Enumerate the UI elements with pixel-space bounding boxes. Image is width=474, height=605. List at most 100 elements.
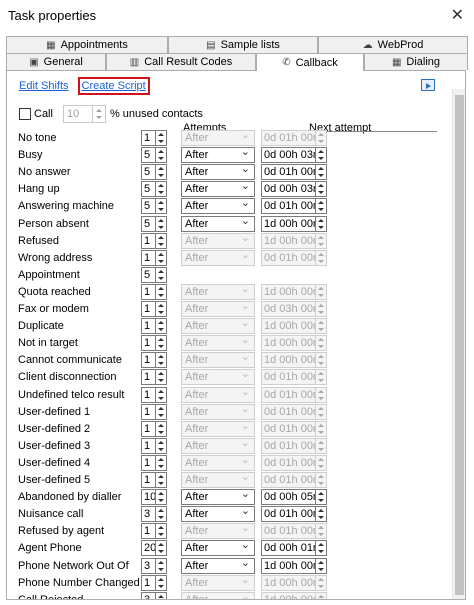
attempts-count-input[interactable]: 1 [141, 130, 156, 146]
retry-mode-select[interactable]: After [181, 333, 255, 352]
attempts-count-input[interactable]: 1 [141, 403, 156, 420]
next-attempt-delay-input[interactable]: 0d 01h 00m [261, 164, 316, 181]
next-attempt-delay-spinner[interactable] [315, 352, 327, 369]
attempts-count-input[interactable]: 5 [141, 164, 156, 181]
attempts-count-input[interactable]: 1 [141, 369, 156, 386]
retry-mode-select[interactable]: After [181, 196, 255, 215]
retry-mode-select[interactable]: After [181, 231, 255, 249]
attempts-count-input[interactable]: 1 [141, 352, 156, 369]
next-attempt-delay-input[interactable]: 0d 01h 00m [261, 403, 316, 420]
attempts-count-spinner[interactable] [155, 369, 167, 386]
attempts-count-input[interactable]: 1 [141, 523, 156, 540]
retry-mode-select[interactable]: After [181, 367, 255, 386]
next-attempt-delay-spinner[interactable] [315, 420, 327, 437]
attempts-count-input[interactable]: 5 [141, 215, 156, 232]
retry-mode-select[interactable]: After [181, 179, 255, 198]
retry-mode-select[interactable]: After [181, 419, 255, 437]
next-attempt-delay-spinner[interactable] [315, 403, 327, 420]
retry-mode-select[interactable]: After [181, 162, 255, 181]
next-attempt-delay-input[interactable]: 1d 00h 00m [261, 352, 316, 369]
close-icon[interactable]: ✕ [451, 5, 464, 25]
retry-mode-select[interactable]: After [181, 145, 255, 164]
next-attempt-delay-input[interactable]: 0d 01h 00m [261, 420, 316, 437]
retry-mode-select[interactable]: After [181, 128, 255, 146]
retry-mode-select[interactable]: After [181, 573, 255, 591]
attempts-count-input[interactable]: 1 [141, 283, 156, 300]
call-checkbox[interactable] [19, 108, 31, 120]
tab-callback[interactable]: ✆ Callback [256, 53, 364, 71]
next-attempt-delay-spinner[interactable] [315, 369, 327, 386]
attempts-count-spinner[interactable] [155, 574, 167, 591]
unused-percent-input[interactable]: 10 [62, 105, 93, 123]
retry-mode-select[interactable]: After [181, 214, 255, 232]
attempts-count-spinner[interactable] [155, 318, 167, 335]
tab-webprod[interactable]: ☁ WebProd [318, 36, 468, 53]
next-attempt-delay-spinner[interactable] [315, 472, 327, 488]
retry-mode-select[interactable]: After [181, 521, 255, 540]
retry-mode-select[interactable]: After [181, 248, 255, 266]
next-attempt-delay-spinner[interactable] [315, 386, 327, 403]
next-attempt-delay-spinner[interactable] [315, 249, 327, 266]
attempts-count-spinner[interactable] [155, 472, 167, 488]
attempts-count-spinner[interactable] [155, 403, 167, 420]
tab-dialing[interactable]: ▦ Dialing [364, 53, 468, 70]
scrollbar-thumb[interactable] [455, 95, 464, 595]
next-attempt-delay-spinner[interactable] [315, 437, 327, 454]
next-attempt-delay-input[interactable]: 1d 00h 00m [261, 215, 316, 232]
attempts-count-input[interactable]: 5 [141, 198, 156, 215]
next-attempt-delay-spinner[interactable] [315, 130, 327, 146]
next-attempt-delay-spinner[interactable] [315, 198, 327, 215]
retry-mode-select[interactable]: After [181, 385, 255, 403]
attempts-count-input[interactable]: 1 [141, 318, 156, 335]
attempts-count-spinner[interactable] [155, 386, 167, 403]
attempts-count-spinner[interactable] [155, 164, 167, 181]
next-attempt-delay-input[interactable]: 1d 00h 00m [261, 335, 316, 352]
attempts-count-spinner[interactable] [155, 335, 167, 352]
attempts-count-input[interactable]: 5 [141, 266, 156, 283]
attempts-count-spinner[interactable] [155, 523, 167, 540]
next-attempt-delay-input[interactable]: 0d 03h 00m [261, 301, 316, 317]
attempts-count-input[interactable]: 1 [141, 232, 156, 249]
retry-mode-select[interactable]: After [181, 538, 255, 557]
attempts-count-spinner[interactable] [155, 215, 167, 232]
next-attempt-delay-spinner[interactable] [315, 301, 327, 317]
attempts-count-spinner[interactable] [155, 266, 167, 283]
next-attempt-delay-input[interactable]: 1d 00h 00m [261, 232, 316, 249]
next-attempt-delay-input[interactable]: 1d 00h 00m [261, 574, 316, 591]
attempts-count-spinner[interactable] [155, 540, 167, 557]
next-attempt-delay-spinner[interactable] [315, 181, 327, 198]
attempts-count-spinner[interactable] [155, 249, 167, 266]
tab-appointments[interactable]: ▦ Appointments [6, 36, 168, 53]
retry-mode-select[interactable]: After [181, 402, 255, 420]
unused-percent-spinner[interactable] [92, 105, 106, 123]
next-attempt-delay-spinner[interactable] [315, 506, 327, 523]
attempts-count-input[interactable]: 1 [141, 574, 156, 591]
next-attempt-delay-input[interactable]: 0d 01h 00m [261, 454, 316, 471]
retry-mode-select[interactable]: After [181, 590, 255, 599]
attempts-count-spinner[interactable] [155, 506, 167, 523]
next-attempt-delay-spinner[interactable] [315, 591, 327, 599]
next-attempt-delay-spinner[interactable] [315, 164, 327, 181]
next-attempt-delay-input[interactable]: 0d 01h 00m [261, 523, 316, 540]
next-attempt-delay-spinner[interactable] [315, 335, 327, 352]
attempts-count-spinner[interactable] [155, 591, 167, 599]
next-attempt-delay-input[interactable]: 0d 01h 00m [261, 369, 316, 386]
attempts-count-input[interactable]: 1 [141, 301, 156, 317]
next-attempt-delay-input[interactable]: 0d 01h 00m [261, 130, 316, 146]
retry-mode-select[interactable]: After [181, 436, 255, 454]
attempts-count-spinner[interactable] [155, 301, 167, 317]
next-attempt-delay-spinner[interactable] [315, 489, 327, 506]
next-attempt-delay-input[interactable]: 0d 01h 00m [261, 472, 316, 488]
next-attempt-delay-input[interactable]: 0d 01h 00m [261, 506, 316, 523]
attempts-count-input[interactable]: 1 [141, 420, 156, 437]
edit-shifts-link[interactable]: Edit Shifts [19, 80, 69, 92]
attempts-count-spinner[interactable] [155, 232, 167, 249]
next-attempt-delay-spinner[interactable] [315, 215, 327, 232]
attempts-count-spinner[interactable] [155, 489, 167, 506]
attempts-count-input[interactable]: 3 [141, 557, 156, 574]
next-attempt-delay-input[interactable]: 0d 01h 00m [261, 386, 316, 403]
attempts-count-input[interactable]: 3 [141, 591, 156, 599]
next-attempt-delay-spinner[interactable] [315, 232, 327, 249]
next-attempt-delay-input[interactable]: 0d 00h 05m [261, 489, 316, 506]
next-attempt-delay-input[interactable]: 0d 00h 01m [261, 540, 316, 557]
